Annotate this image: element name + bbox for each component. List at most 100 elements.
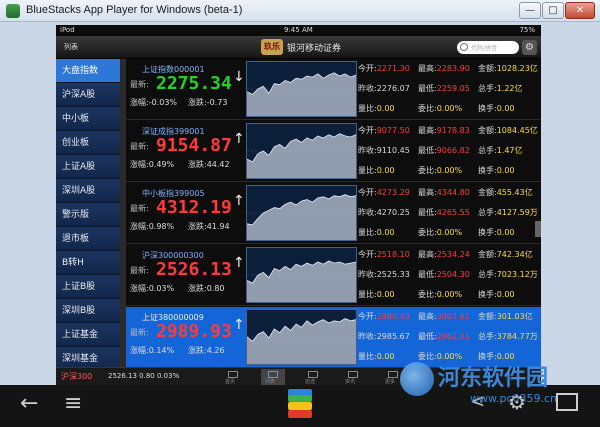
maximize-button[interactable]: □: [542, 2, 564, 19]
change-percent: 涨幅:0.14%: [130, 345, 174, 356]
search-icon: [460, 43, 468, 51]
sidebar-item-sme[interactable]: 中小板: [56, 107, 120, 131]
prev-label: 昨收:: [358, 332, 377, 341]
vol-value: 7023.12万: [496, 270, 538, 279]
chg-label: 涨跌:: [188, 284, 207, 293]
chg-value: 0.80: [206, 284, 225, 293]
sidebar-item-sz-b[interactable]: 深圳B股: [56, 299, 120, 323]
intraday-sparkline[interactable]: [246, 123, 357, 179]
ios-status-bar: iPod 9:45 AM 75%: [56, 25, 541, 36]
pct-value: 0.98%: [148, 222, 175, 231]
tab-list[interactable]: 列表: [261, 369, 285, 385]
vol-ratio-value: 0.00: [376, 228, 395, 237]
pct-label: 涨幅:: [130, 284, 149, 293]
brand-name: 银河移动证券: [287, 44, 342, 54]
app-header: 列表 玖乐 银河移动证券 代码/拼音 ⚙: [56, 36, 541, 59]
amount-label: 金额:: [478, 126, 497, 135]
battery-level: 75%: [519, 26, 535, 34]
sidebar-item-sh-fund[interactable]: 上证基金: [56, 323, 120, 347]
sidebar-item-hs-a[interactable]: 沪深A股: [56, 83, 120, 107]
quote-row[interactable]: 上证指数000001 最新: 2275.34 涨幅:-0.03% 涨跌:-0.7…: [126, 59, 541, 120]
tab-home[interactable]: 首页: [221, 369, 245, 385]
chg-value: 44.42: [206, 160, 230, 169]
intraday-sparkline[interactable]: [246, 247, 357, 303]
home-icon: [228, 371, 238, 378]
amount-value: 1084.45亿: [496, 126, 538, 135]
sidebar-item-sh-b[interactable]: 上证B股: [56, 275, 120, 299]
bid-ratio-value: 0.00%: [436, 104, 463, 113]
amount-value: 455.43亿: [496, 188, 533, 197]
change-amount: 涨跌:-0.73: [188, 97, 227, 108]
quote-stats: 今开:2271.30 最高:2283.90 金额:1028.23亿 昨收:227…: [358, 61, 541, 117]
low-label: 最低:: [418, 84, 437, 93]
quote-row[interactable]: 中小板指399005 最新: 4312.19 涨幅:0.98% 涨跌:41.94…: [126, 183, 541, 244]
last-price: 9154.87: [156, 135, 232, 156]
low-label: 最低:: [418, 332, 437, 341]
vol-value: 4127.59万: [496, 208, 538, 217]
high-label: 最高:: [418, 250, 437, 259]
vol-label: 总手:: [478, 208, 497, 217]
pct-value: 0.14%: [148, 346, 175, 355]
watermark-url: www.pc0359.cn: [470, 392, 558, 405]
open-value: 9077.50: [376, 126, 410, 135]
quote-row[interactable]: 深证成指399001 最新: 9154.87 涨幅:0.49% 涨跌:44.42…: [126, 121, 541, 182]
sidebar-item-sz-a[interactable]: 深圳A股: [56, 179, 120, 203]
search-box[interactable]: 代码/拼音: [457, 41, 519, 54]
sidebar-item-warning[interactable]: 警示版: [56, 203, 120, 227]
minimize-button[interactable]: —: [519, 2, 541, 19]
quote-stats: 今开:9077.50 最高:9178.83 金额:1084.45亿 昨收:911…: [358, 123, 541, 179]
vol-label: 总手:: [478, 84, 497, 93]
right-drawer-handle[interactable]: [535, 221, 541, 237]
high-label: 最高:: [418, 126, 437, 135]
vol-label: 总手:: [478, 332, 497, 341]
sidebar-item-sh-a[interactable]: 上证A股: [56, 155, 120, 179]
sidebar-item-index[interactable]: 大盘指数: [56, 59, 120, 83]
watermark: 河东软件园 www.pc0359.cn: [400, 358, 600, 418]
back-arrow-icon[interactable]: ←: [20, 391, 38, 416]
close-button[interactable]: ✕: [565, 2, 595, 19]
amount-label: 金额:: [478, 312, 497, 321]
menu-icon[interactable]: ≡: [64, 391, 82, 416]
bid-ratio-value: 0.00%: [436, 166, 463, 175]
change-percent: 涨幅:0.49%: [130, 159, 174, 170]
quote-row[interactable]: 沪深300000300 最新: 2526.13 涨幅:0.03% 涨跌:0.80…: [126, 245, 541, 306]
chg-label: 涨跌:: [188, 222, 207, 231]
intraday-sparkline[interactable]: [246, 61, 357, 117]
vol-value: 1.47亿: [496, 146, 523, 155]
intraday-sparkline[interactable]: [246, 185, 357, 241]
amount-value: 742.34亿: [496, 250, 533, 259]
arrow-up-icon: ↑: [233, 131, 245, 147]
open-value: 2518.10: [376, 250, 410, 259]
arrow-down-icon: ↓: [233, 69, 245, 85]
high-label: 最高:: [418, 312, 437, 321]
gear-icon[interactable]: ⚙: [522, 40, 537, 55]
sidebar-item-sz-fund[interactable]: 深圳基金: [56, 347, 120, 367]
change-amount: 涨跌:41.94: [188, 221, 230, 232]
high-value: 9178.83: [436, 126, 470, 135]
more-icon: [388, 371, 398, 378]
tab-watchlist[interactable]: 自选: [301, 369, 325, 385]
sidebar-item-gem[interactable]: 创业板: [56, 131, 120, 155]
prev-value: 2525.33: [376, 270, 410, 279]
prev-label: 昨收:: [358, 146, 377, 155]
sidebar-item-delisted[interactable]: 退市板: [56, 227, 120, 251]
sidebar-item-b-to-h[interactable]: B转H: [56, 251, 120, 275]
turnover-label: 换手:: [478, 290, 497, 299]
watermark-title: 河东软件园: [438, 365, 549, 391]
bid-ratio-label: 委比:: [418, 228, 437, 237]
list-button[interactable]: 列表: [60, 41, 82, 54]
bluestacks-logo-icon[interactable]: [285, 388, 315, 420]
status-time: 9:45 AM: [284, 26, 313, 34]
device-name: iPod: [60, 26, 75, 34]
tab-label: 首页: [225, 379, 236, 385]
amount-label: 金额:: [478, 188, 497, 197]
brand-logo: 玖乐: [261, 39, 283, 55]
intraday-sparkline[interactable]: [246, 309, 357, 365]
vol-ratio-label: 量比:: [358, 228, 377, 237]
bid-ratio-value: 0.00%: [436, 290, 463, 299]
vol-value: 3784.77万: [496, 332, 538, 341]
chg-label: 涨跌:: [188, 160, 207, 169]
tab-news[interactable]: 资讯: [341, 369, 365, 385]
bid-ratio-label: 委比:: [418, 166, 437, 175]
pct-value: 0.03%: [148, 284, 175, 293]
